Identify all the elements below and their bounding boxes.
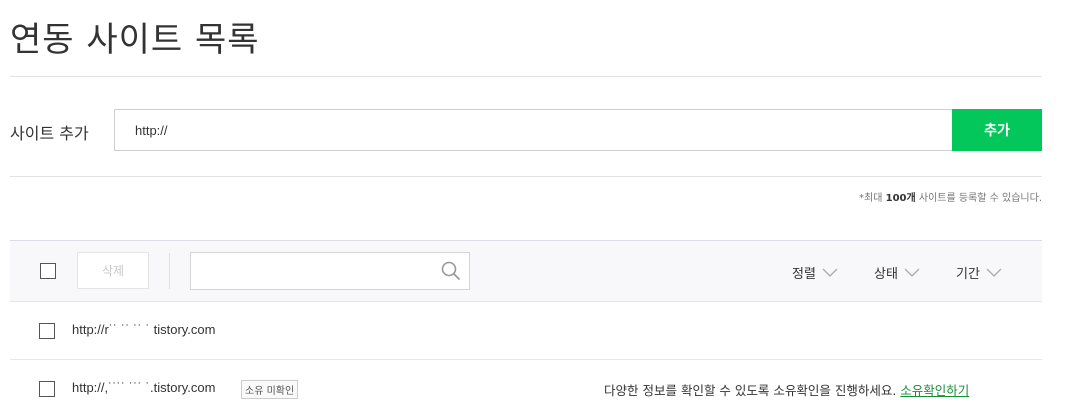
row-checkbox[interactable] — [39, 381, 55, 397]
sort-label: 정렬 — [792, 267, 816, 282]
row-checkbox[interactable] — [39, 323, 55, 339]
list-toolbar: 삭제 정렬 상태 기간 — [10, 240, 1042, 302]
sort-dropdown[interactable]: 정렬 — [792, 263, 838, 282]
site-url[interactable]: http://,˙˙˙˙ ˙˙˙ ˙.tistory.com — [72, 380, 215, 395]
status-label: 상태 — [874, 267, 898, 282]
table-row: http://,˙˙˙˙ ˙˙˙ ˙.tistory.com 소유 미확인 다양… — [10, 360, 1042, 418]
search-input[interactable] — [191, 253, 431, 289]
verify-text: 다양한 정보를 확인할 수 있도록 소유확인을 진행하세요. — [604, 383, 901, 398]
note-suffix: 사이트를 등록할 수 있습니다. — [915, 193, 1042, 204]
period-label: 기간 — [956, 267, 980, 282]
add-site-button[interactable]: 추가 — [952, 109, 1042, 151]
table-row: http://r˙˙ ˙˙ ˙˙ ˙ tistory.com — [10, 302, 1042, 360]
divider — [10, 176, 1042, 177]
chevron-down-icon — [822, 268, 838, 277]
chevron-down-icon — [986, 268, 1002, 277]
chevron-down-icon — [904, 268, 920, 277]
note-count: 100개 — [885, 193, 916, 204]
toolbar-divider — [169, 253, 170, 289]
page-title: 연동 사이트 목록 — [10, 20, 260, 60]
delete-button[interactable]: 삭제 — [77, 252, 149, 289]
add-site-label: 사이트 추가 — [10, 124, 89, 143]
status-badge: 소유 미확인 — [241, 380, 299, 399]
site-url-input[interactable] — [114, 109, 952, 151]
verify-ownership-link[interactable]: 소유확인하기 — [900, 383, 969, 398]
status-dropdown[interactable]: 상태 — [874, 263, 920, 282]
select-all-checkbox[interactable] — [40, 263, 56, 279]
search-box — [190, 252, 470, 290]
site-url[interactable]: http://r˙˙ ˙˙ ˙˙ ˙ tistory.com — [72, 322, 215, 337]
divider — [10, 76, 1042, 77]
period-dropdown[interactable]: 기간 — [956, 263, 1002, 282]
note-prefix: *최대 — [859, 193, 886, 204]
site-limit-note: *최대 100개 사이트를 등록할 수 있습니다. — [859, 189, 1042, 204]
verify-message: 다양한 정보를 확인할 수 있도록 소유확인을 진행하세요. 소유확인하기 — [604, 380, 969, 399]
search-icon[interactable] — [441, 261, 461, 281]
